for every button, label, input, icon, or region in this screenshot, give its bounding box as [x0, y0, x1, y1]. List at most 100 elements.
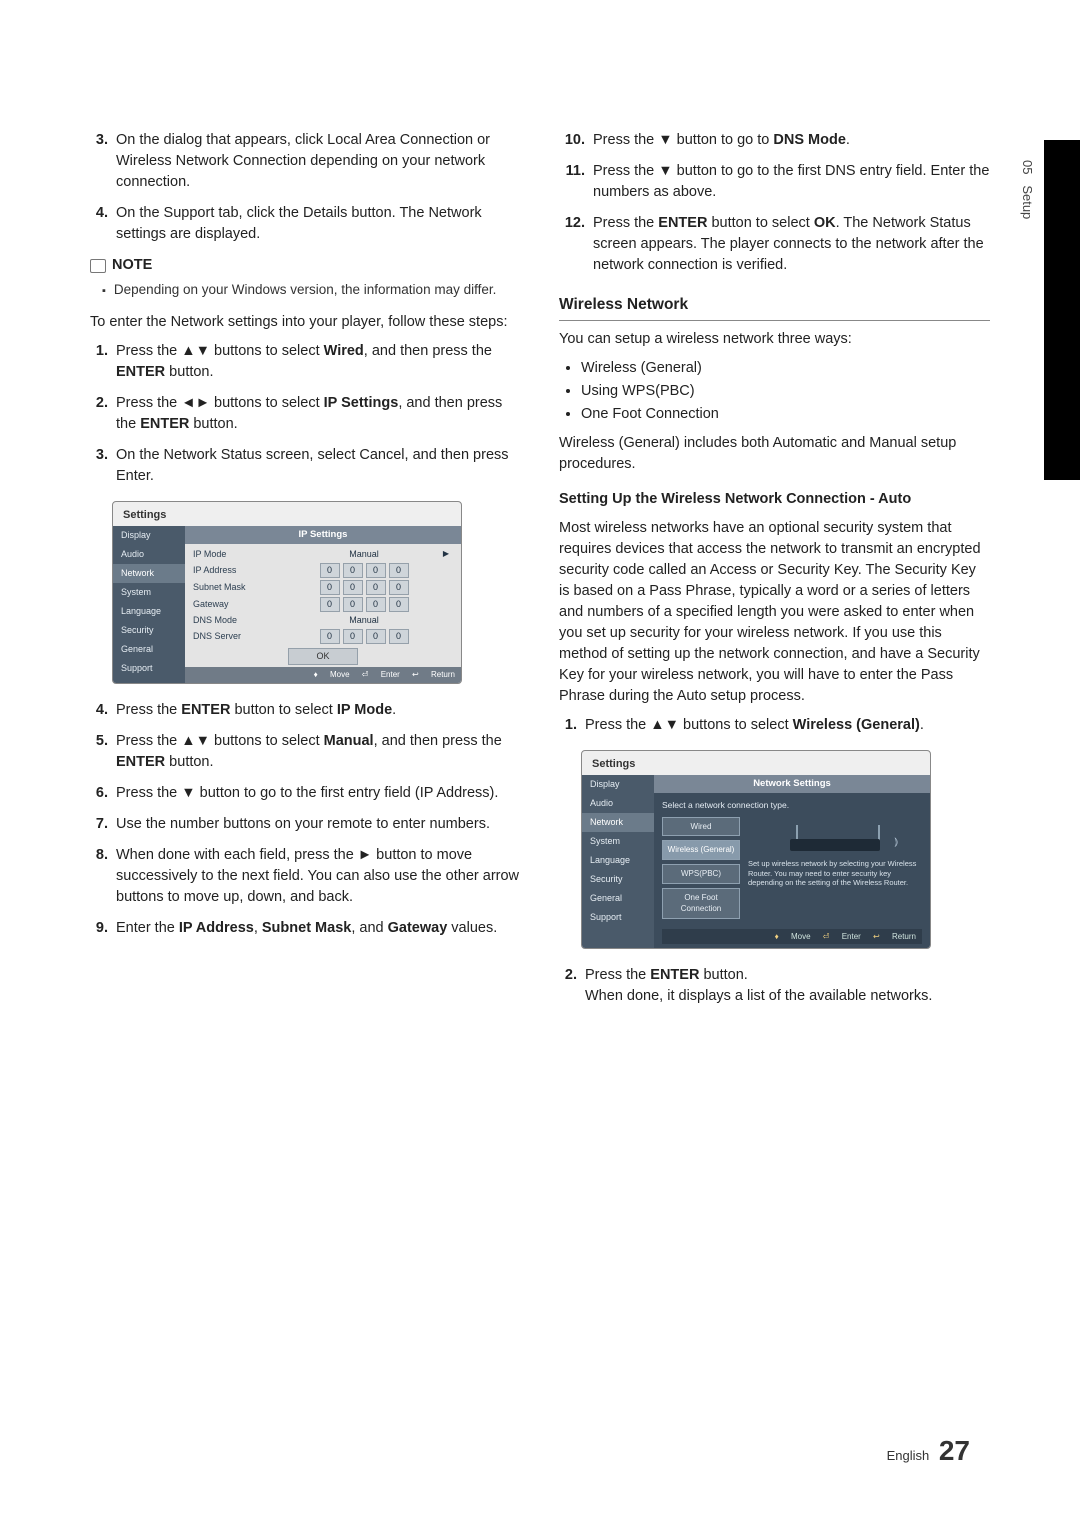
- step-number: 6.: [90, 783, 116, 804]
- mock-window-title: Settings: [113, 502, 461, 526]
- octet: 0: [366, 629, 386, 644]
- octet: 0: [320, 563, 340, 578]
- field-value: Manual ▶: [275, 548, 453, 561]
- step-text: On the Network Status screen, select Can…: [116, 445, 521, 487]
- sidebar-item: Support: [113, 659, 185, 678]
- right-column: 10. Press the ▼ button to go to DNS Mode…: [559, 130, 990, 1017]
- step-text: Enter the IP Address, Subnet Mask, and G…: [116, 918, 521, 939]
- octet: 0: [389, 597, 409, 612]
- wireless-network-heading: Wireless Network: [559, 294, 990, 320]
- hint-enter: ⏎ Enter: [362, 670, 400, 679]
- step-text: On the Support tab, click the Details bu…: [116, 203, 521, 245]
- sidebar-item: Audio: [113, 545, 185, 564]
- step-number: 3.: [90, 445, 116, 487]
- auto-setup-heading: Setting Up the Wireless Network Connecti…: [559, 489, 990, 510]
- octet: 0: [320, 597, 340, 612]
- section-number: 05: [1020, 160, 1035, 174]
- wireless-methods-list: Wireless (General) Using WPS(PBC) One Fo…: [559, 358, 990, 425]
- step-text: Press the ENTER button to select IP Mode…: [116, 700, 521, 721]
- mock-window-title: Settings: [582, 751, 930, 775]
- octet: 0: [343, 629, 363, 644]
- pane-title: IP Settings: [185, 526, 461, 544]
- step-text: Press the ◄► buttons to select IP Settin…: [116, 393, 521, 435]
- option-wireless-general: Wireless (General): [662, 840, 740, 860]
- hint-bar: ♦ Move ⏎ Enter ↩ Return: [185, 667, 461, 683]
- section-side-label: 05 Setup: [1017, 160, 1036, 219]
- sidebar-item: Security: [113, 621, 185, 640]
- step-text: Press the ▼ button to go to the first DN…: [593, 161, 990, 203]
- step-text: Press the ▼ button to go to the first en…: [116, 783, 521, 804]
- section-name: Setup: [1020, 185, 1035, 219]
- sidebar-item-selected: Network: [113, 564, 185, 583]
- ok-button: OK: [288, 648, 358, 665]
- step-text: Press the ENTER button. When done, it di…: [585, 965, 990, 1007]
- step-text: When done with each field, press the ► b…: [116, 845, 521, 908]
- step-number: 2.: [559, 965, 585, 1007]
- field-label: Gateway: [193, 598, 269, 611]
- octet: 0: [389, 580, 409, 595]
- sidebar-item: Support: [582, 908, 654, 927]
- step-number: 4.: [90, 203, 116, 245]
- step-text: Press the ▲▼ buttons to select Manual, a…: [116, 731, 521, 773]
- octet: 0: [366, 580, 386, 595]
- step-number: 5.: [90, 731, 116, 773]
- field-label: DNS Server: [193, 630, 269, 643]
- note-heading: NOTE: [90, 255, 521, 276]
- note-list: Depending on your Windows version, the i…: [90, 280, 521, 300]
- mock-sidebar: Display Audio Network System Language Se…: [113, 526, 185, 683]
- page-footer: English 27: [887, 1431, 970, 1472]
- step-number: 12.: [559, 213, 593, 276]
- list-item: One Foot Connection: [581, 404, 990, 425]
- wireless-note: Wireless (General) includes both Automat…: [559, 433, 990, 475]
- field-label: DNS Mode: [193, 614, 269, 627]
- list-item: Wireless (General): [581, 358, 990, 379]
- octet: 0: [343, 580, 363, 595]
- hint-move: ♦ Move: [775, 932, 811, 941]
- ip-settings-screenshot: Settings Display Audio Network System La…: [112, 501, 462, 684]
- sidebar-item: Audio: [582, 794, 654, 813]
- option-description: Set up wireless network by selecting you…: [748, 859, 922, 888]
- sidebar-item: Display: [582, 775, 654, 794]
- octet: 0: [389, 629, 409, 644]
- octet: 0: [320, 629, 340, 644]
- pane-title: Network Settings: [654, 775, 930, 793]
- step-number: 8.: [90, 845, 116, 908]
- octet: 0: [366, 597, 386, 612]
- step-text: Press the ENTER button to select OK. The…: [593, 213, 990, 276]
- step-text: Press the ▲▼ buttons to select Wired, an…: [116, 341, 521, 383]
- auto-setup-paragraph: Most wireless networks have an optional …: [559, 518, 990, 707]
- left-column: 3. On the dialog that appears, click Loc…: [90, 130, 521, 1017]
- connection-type-list: Wired Wireless (General) WPS(PBC) One Fo…: [662, 817, 740, 923]
- step-number: 9.: [90, 918, 116, 939]
- field-label: Subnet Mask: [193, 581, 269, 594]
- option-one-foot: One Foot Connection: [662, 888, 740, 919]
- field-label: IP Address: [193, 564, 269, 577]
- sidebar-item: System: [582, 832, 654, 851]
- octet: 0: [366, 563, 386, 578]
- hint-enter: ⏎ Enter: [823, 932, 861, 941]
- option-wps-pbc: WPS(PBC): [662, 864, 740, 884]
- section-side-tab: [1044, 140, 1080, 480]
- step-number: 11.: [559, 161, 593, 203]
- page-number: 27: [939, 1435, 970, 1466]
- sidebar-item-selected: Network: [582, 813, 654, 832]
- sidebar-item: Language: [113, 602, 185, 621]
- overlay-prompt: Select a network connection type.: [662, 799, 922, 811]
- octet: 0: [320, 580, 340, 595]
- sidebar-item: Language: [582, 851, 654, 870]
- step-text: Press the ▼ button to go to DNS Mode.: [593, 130, 990, 151]
- step-number: 1.: [559, 715, 585, 736]
- mock-sidebar: Display Audio Network System Language Se…: [582, 775, 654, 949]
- hint-return: ↩ Return: [873, 932, 916, 941]
- step-number: 1.: [90, 341, 116, 383]
- hint-return: ↩ Return: [412, 670, 455, 679]
- mock-pane: IP Settings IP Mode Manual ▶ IP Address …: [185, 526, 461, 683]
- note-label-text: NOTE: [112, 255, 152, 276]
- step-number: 3.: [90, 130, 116, 193]
- wifi-icon: ⦆: [894, 835, 898, 851]
- sidebar-item: System: [113, 583, 185, 602]
- hint-move: ♦ Move: [314, 670, 350, 679]
- wireless-intro: You can setup a wireless network three w…: [559, 329, 990, 350]
- network-settings-screenshot: Settings Display Audio Network System La…: [581, 750, 931, 950]
- step-text: On the dialog that appears, click Local …: [116, 130, 521, 193]
